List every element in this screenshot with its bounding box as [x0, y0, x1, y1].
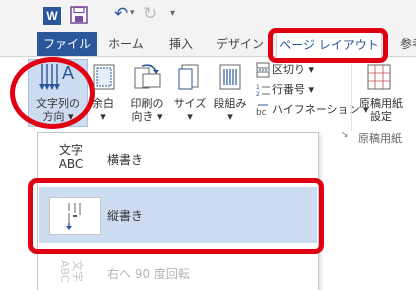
- undo-dropdown-icon[interactable]: ▾: [130, 8, 135, 18]
- tab-file[interactable]: ファイル: [37, 32, 97, 56]
- genko-group-label: 原稿用紙: [358, 132, 402, 145]
- text-direction-button[interactable]: 文字列の 方向 ▾: [30, 97, 86, 123]
- svg-text:A: A: [62, 63, 74, 83]
- customize-chevron-icon[interactable]: ▾: [170, 8, 175, 19]
- thumb-line-1: 文字: [58, 143, 83, 157]
- tab-home[interactable]: ホーム: [104, 32, 148, 56]
- menu-item-vertical[interactable]: 縦書き: [39, 187, 317, 243]
- columns-icon: [219, 64, 241, 90]
- line-numbers-button[interactable]: 行番号 ▾: [272, 82, 314, 98]
- genko-icon: [367, 64, 391, 90]
- size-chevron: ▾: [187, 110, 193, 123]
- hyphenation-button[interactable]: ハイフネーション ▾: [272, 102, 369, 118]
- breaks-icon: [256, 62, 270, 78]
- thumb-line-2: ABC: [58, 157, 84, 171]
- vertical-text-icon: [66, 203, 81, 230]
- svg-text:ABC: ABC: [58, 260, 71, 283]
- size-icon: [178, 64, 199, 90]
- menu-item-rotate-90[interactable]: 文字 ABC 右へ 90 度回転: [39, 251, 317, 290]
- horizontal-thumbnail: 文字 ABC: [51, 143, 91, 171]
- columns-button[interactable]: 段組み ▾: [210, 97, 250, 123]
- svg-text:文字: 文字: [71, 260, 85, 282]
- text-direction-label-2: 方向 ▾: [42, 110, 74, 123]
- margins-chevron: ▾: [100, 110, 106, 123]
- undo-icon[interactable]: ↶: [114, 3, 128, 25]
- text-direction-label-1: 文字列の: [36, 97, 80, 110]
- genko-label-2: 設定: [370, 110, 392, 123]
- word-window: W ↶ ▾ ↻ ▾ ファイル ホーム 挿入 デザイン ページ レイアウト 参考 …: [0, 0, 416, 290]
- word-logo-icon: W: [43, 7, 61, 25]
- tab-insert[interactable]: 挿入: [163, 32, 199, 56]
- columns-label: 段組み: [213, 97, 247, 110]
- svg-text:2: 2: [256, 91, 260, 98]
- text-direction-menu: 文字 ABC 横書き 縦書き 文字 ABC 右へ 90 度回転: [37, 132, 319, 290]
- columns-chevron: ▾: [227, 110, 233, 123]
- quick-access-toolbar: [0, 0, 416, 32]
- rotate-thumbnail-icon: 文字ABC: [58, 260, 85, 283]
- size-label: サイズ: [173, 97, 207, 110]
- hyphenation-icon: bc: [256, 104, 268, 118]
- size-button[interactable]: サイズ ▾: [172, 97, 208, 123]
- orientation-icon: [134, 64, 161, 89]
- menu-item-horizontal[interactable]: 文字 ABC 横書き: [39, 137, 317, 181]
- svg-text:bc: bc: [256, 108, 267, 118]
- breaks-button[interactable]: 区切り ▾: [272, 62, 314, 78]
- margins-icon: [93, 64, 115, 90]
- menu-item-rotate-label: 右へ 90 度回転: [107, 267, 190, 281]
- page-setup-dialog-launcher-icon[interactable]: ↘: [341, 127, 349, 143]
- orientation-label-1: 印刷の: [130, 97, 164, 110]
- svg-text:1: 1: [256, 84, 260, 91]
- menu-item-horizontal-label: 横書き: [107, 153, 144, 167]
- redo-icon[interactable]: ↻: [143, 3, 157, 25]
- tab-design[interactable]: デザイン: [214, 32, 266, 56]
- margins-button[interactable]: 余白 ▾: [88, 97, 118, 123]
- save-icon[interactable]: [70, 6, 88, 24]
- genko-settings-button[interactable]: 原稿用紙 設定: [356, 97, 406, 123]
- orientation-button[interactable]: 印刷の 向き ▾: [126, 97, 168, 123]
- ribbon-group-separator: [351, 61, 352, 131]
- text-direction-icon: A: [39, 63, 74, 90]
- vertical-thumbnail: [49, 197, 101, 235]
- genko-label-1: 原稿用紙: [359, 97, 403, 110]
- orientation-label-2: 向き ▾: [131, 110, 163, 123]
- line-numbers-icon: 1 2: [256, 84, 270, 98]
- menu-item-vertical-label: 縦書き: [107, 209, 144, 223]
- margins-label: 余白: [92, 97, 114, 110]
- tab-references[interactable]: 参考: [392, 32, 416, 56]
- tab-page-layout[interactable]: ページ レイアウト: [276, 32, 382, 58]
